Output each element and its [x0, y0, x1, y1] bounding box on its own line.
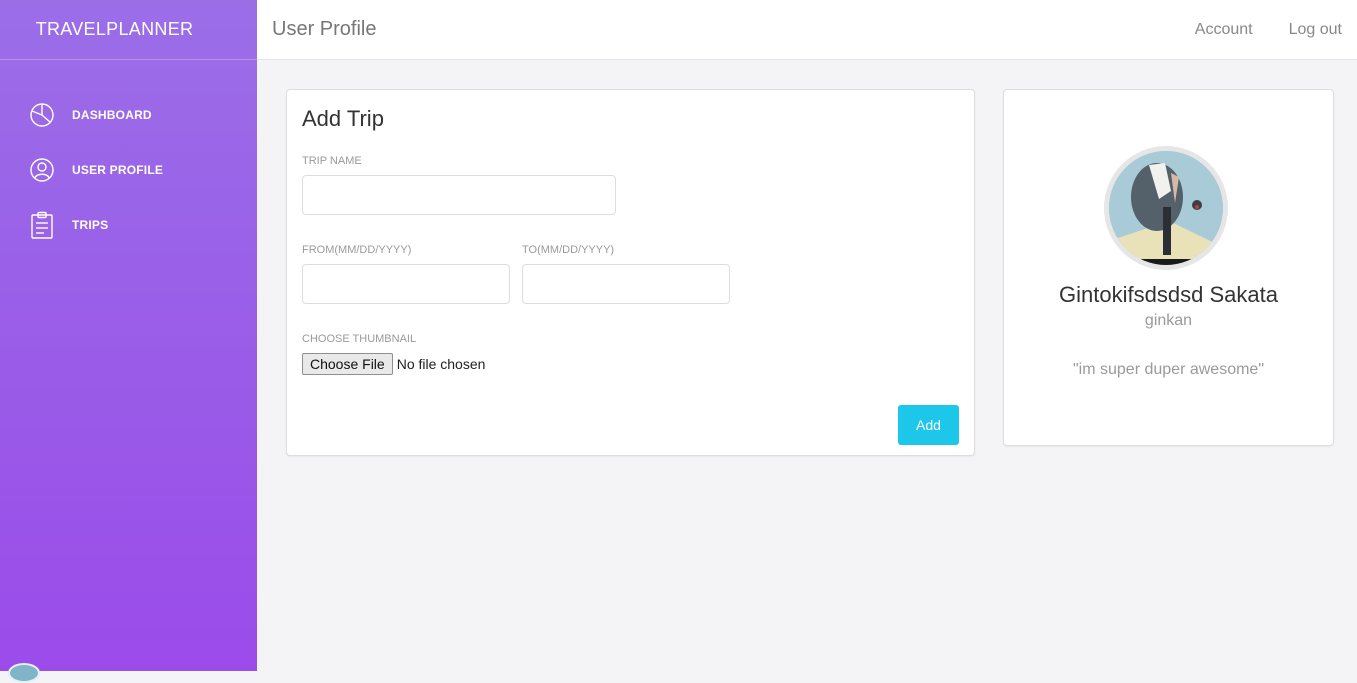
- thumbnail-group: CHOOSE THUMBNAIL Choose File No file cho…: [302, 333, 959, 375]
- avatar: [8, 663, 40, 683]
- avatar-image: [1109, 151, 1223, 265]
- to-date-label: TO(MM/DD/YYYY): [522, 244, 615, 256]
- sidebar-item-label: TRIPS: [72, 217, 109, 232]
- sidebar-item-label: DASHBOARD: [72, 107, 152, 122]
- sidebar-item-user-profile[interactable]: USER PROFILE: [0, 142, 257, 197]
- page-title: User Profile: [272, 18, 377, 40]
- sidebar-item-dashboard[interactable]: DASHBOARD: [0, 87, 257, 142]
- pie-chart-icon: [28, 101, 56, 129]
- top-links: Account Log out: [1195, 21, 1342, 39]
- from-date-input[interactable]: [302, 264, 510, 304]
- card-title: Add Trip: [302, 106, 384, 131]
- clipboard-icon: [28, 211, 56, 239]
- file-picker: Choose File No file chosen: [302, 353, 959, 375]
- logout-link[interactable]: Log out: [1289, 21, 1342, 39]
- add-trip-card: Add Trip TRIP NAME FROM(MM/DD/YYYY) TO(M…: [286, 89, 975, 456]
- brand-logo[interactable]: TRAVELPLANNER: [0, 0, 257, 60]
- add-trip-button[interactable]: Add: [898, 405, 959, 445]
- sidebar-item-trips[interactable]: TRIPS: [0, 197, 257, 252]
- account-link[interactable]: Account: [1195, 21, 1253, 39]
- to-date-input[interactable]: [522, 264, 730, 304]
- sidebar-nav: DASHBOARD USER PROFILE TRIPS: [0, 60, 257, 252]
- thumbnail-label: CHOOSE THUMBNAIL: [302, 333, 417, 345]
- trip-name-label: TRIP NAME: [302, 155, 362, 167]
- top-navbar: User Profile Account Log out: [257, 0, 1357, 60]
- sidebar-item-label: USER PROFILE: [72, 162, 164, 177]
- profile-name: Gintokifsdsdsd Sakata: [1059, 282, 1278, 307]
- from-date-label: FROM(MM/DD/YYYY): [302, 244, 412, 256]
- profile-card: Gintokifsdsdsd Sakata ginkan "im super d…: [1003, 89, 1334, 446]
- trip-name-group: TRIP NAME: [302, 155, 959, 215]
- from-date-group: FROM(MM/DD/YYYY): [302, 244, 510, 304]
- choose-file-button[interactable]: Choose File: [302, 353, 393, 375]
- file-status: No file chosen: [396, 356, 486, 372]
- to-date-group: TO(MM/DD/YYYY): [522, 244, 730, 304]
- profile-username: ginkan: [1144, 312, 1193, 329]
- date-row: FROM(MM/DD/YYYY) TO(MM/DD/YYYY): [302, 244, 959, 304]
- user-icon: [28, 156, 56, 184]
- profile-avatar: [1104, 146, 1228, 270]
- sidebar: TRAVELPLANNER DASHBOARD USER PROFILE TRI…: [0, 0, 257, 683]
- profile-bio: "im super duper awesome": [1073, 361, 1264, 378]
- trip-name-input[interactable]: [302, 175, 616, 215]
